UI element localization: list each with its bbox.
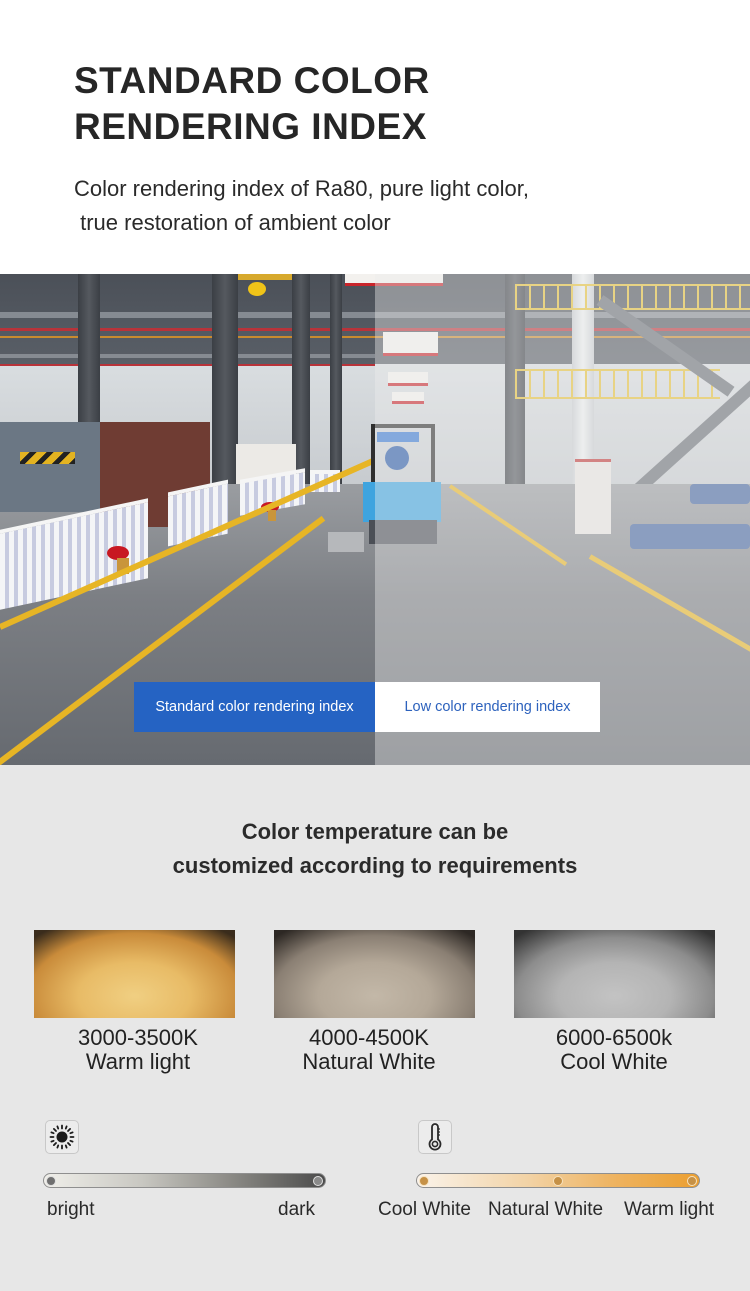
warm-light-stop-label: Warm light: [624, 1199, 715, 1220]
yellow-railing: [515, 369, 720, 399]
color-temperature-slider[interactable]: [416, 1173, 700, 1188]
subtitle-line-1: Color rendering index of Ra80, pure ligh…: [74, 176, 529, 201]
overhead-sign: [345, 274, 375, 286]
standard-cri-label: Standard color rendering index: [134, 682, 375, 732]
natural-white-swatch: [274, 930, 475, 1018]
temperature-name: Natural White: [302, 1049, 436, 1074]
beam: [375, 312, 750, 318]
line-sign: [383, 332, 438, 356]
page-title: STANDARD COLOR RENDERING INDEX: [74, 58, 430, 150]
crane-hook: [248, 282, 266, 296]
subtitle-line-2: true restoration of ambient color: [74, 210, 391, 235]
forklift: [363, 424, 375, 544]
press-machine: [0, 422, 100, 512]
temperature-name: Warm light: [85, 1049, 191, 1074]
pipe: [375, 328, 750, 331]
header-section: STANDARD COLOR RENDERING INDEX Color ren…: [0, 0, 750, 274]
pipe: [0, 364, 375, 366]
slider-knob-dark[interactable]: [313, 1175, 323, 1186]
sun-icon: [45, 1120, 79, 1154]
brightness-slider[interactable]: [43, 1173, 326, 1188]
pallet: [328, 532, 364, 552]
yellow-railing: [515, 284, 750, 310]
bright-label: bright: [47, 1199, 95, 1220]
crane: [238, 274, 293, 280]
pipe: [0, 336, 375, 338]
column: [330, 274, 342, 484]
pipe: [0, 328, 375, 331]
comparison-labels: Standard color rendering index Low color…: [134, 682, 600, 732]
temperature-name: Cool White: [560, 1049, 668, 1074]
overhead-sign: [375, 274, 443, 286]
forklift: [375, 424, 443, 544]
title-line-1: STANDARD COLOR: [74, 60, 430, 101]
low-cri-label: Low color rendering index: [375, 682, 600, 732]
temperature-range: 3000-3500K: [78, 1025, 198, 1050]
ct-title-line-1: Color temperature can be: [241, 819, 509, 844]
covered-pallet: [690, 484, 750, 504]
dark-label: dark: [278, 1199, 315, 1220]
line-sign: [392, 392, 424, 404]
title-line-2: RENDERING INDEX: [74, 106, 427, 147]
comparison-photo: Standard color rendering index Low color…: [0, 274, 750, 765]
temperature-range: 6000-6500k: [555, 1025, 673, 1050]
page-subtitle: Color rendering index of Ra80, pure ligh…: [74, 172, 529, 240]
flower-pot: [268, 510, 276, 521]
thermometer-icon: [418, 1120, 452, 1154]
ct-title-line-2: customized according to requirements: [172, 853, 578, 878]
slider-stop-natural-white[interactable]: [553, 1175, 563, 1186]
electric-cabinet: [575, 459, 611, 534]
slider-stop-cool-white[interactable]: [419, 1175, 429, 1186]
cool-white-label: 6000-6500k Cool White: [494, 1026, 734, 1074]
line-sign: [388, 372, 428, 386]
covered-pallet: [630, 524, 750, 549]
natural-white-stop-label: Natural White: [488, 1199, 604, 1220]
warm-light-label: 3000-3500K Warm light: [18, 1026, 258, 1074]
natural-white-label: 4000-4500K Natural White: [249, 1026, 489, 1074]
color-temperature-title: Color temperature can be customized acco…: [0, 815, 750, 883]
beam: [0, 312, 375, 318]
cool-white-stop-label: Cool White: [378, 1199, 471, 1220]
slider-stop-warm-light[interactable]: [687, 1175, 697, 1186]
slider-knob-bright[interactable]: [46, 1175, 56, 1186]
cool-white-swatch: [514, 930, 715, 1018]
temperature-range: 4000-4500K: [309, 1025, 429, 1050]
warm-light-swatch: [34, 930, 235, 1018]
beam: [0, 354, 375, 358]
